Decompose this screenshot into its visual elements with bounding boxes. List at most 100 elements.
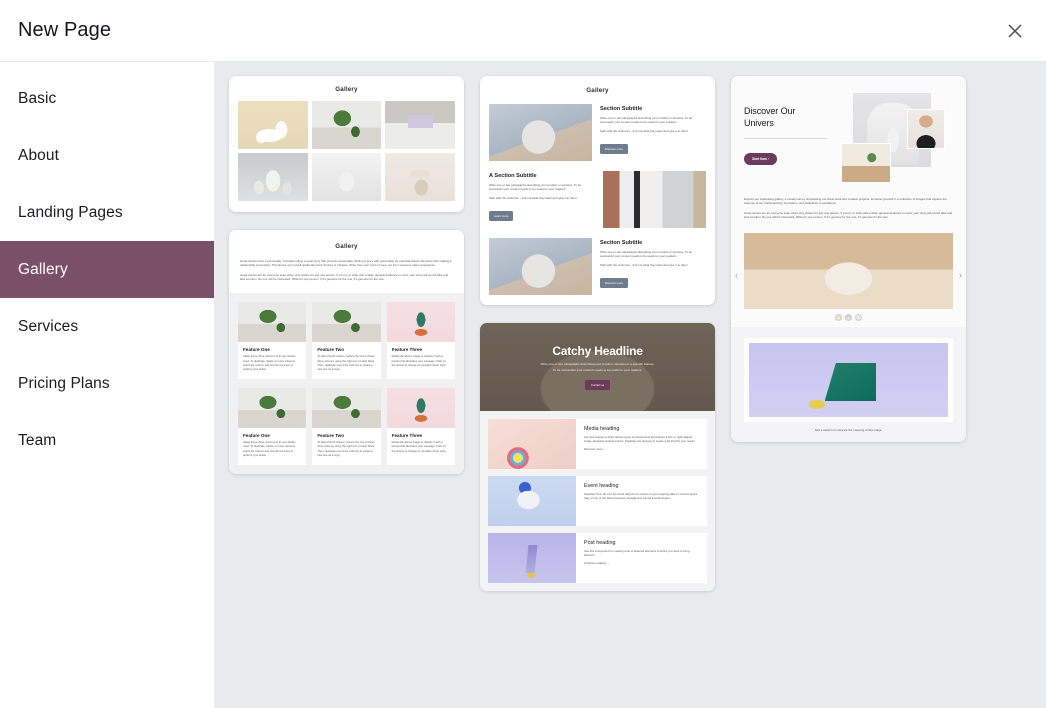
gallery-image-grid (238, 101, 455, 201)
shelf-decor-image (385, 101, 455, 149)
dialog-header: New Page (0, 0, 1046, 62)
chevron-right-icon[interactable]: › (959, 271, 962, 280)
hanging-plant-image (238, 302, 307, 343)
thumb-white-image[interactable] (855, 314, 862, 322)
feature-heading: Feature One (243, 433, 270, 439)
template-card-gallery-sections[interactable]: Gallery Section Subtitle Write one or tw… (480, 76, 715, 305)
content-section: A Section Subtitle Write one or two para… (489, 171, 706, 228)
section-body: Write one or two paragraphs describing y… (600, 250, 693, 259)
section-heading: Section Subtitle (600, 240, 643, 246)
category-sidebar: Basic About Landing Pages Gallery Servic… (0, 62, 215, 708)
close-icon (1008, 23, 1022, 38)
sidebar-item-label: Pricing Plans (18, 374, 110, 392)
sidebar-item-about[interactable]: About (0, 127, 214, 184)
discover-hero: Discover Our Univers Start Now › (731, 76, 966, 193)
template-card-catchy-headline[interactable]: Catchy Headline Write one or two paragra… (480, 323, 715, 591)
hero-headline: Catchy Headline (552, 344, 643, 359)
discover-more-link[interactable]: Discover more → (584, 447, 699, 451)
sidebar-item-label: Services (18, 317, 79, 335)
section-body: Write one or two paragraphs describing y… (600, 116, 693, 125)
feature-card: Feature One Adapt these three columns to… (238, 388, 307, 465)
template-title: Gallery (586, 87, 609, 94)
bedroom-image (841, 143, 891, 183)
hero-subtext: Write one or two paragraphs describing y… (540, 362, 655, 367)
carousel-thumbnails (744, 314, 953, 322)
potted-fern-image (312, 388, 381, 429)
green-wedge-image (749, 343, 948, 418)
sidebar-item-label: About (18, 146, 60, 164)
section-body: Start with the customer - find out what … (489, 195, 578, 200)
feature-card: Feature Two To add a fourth column, redu… (312, 388, 381, 465)
section-body: Start with the customer - find out what … (600, 128, 689, 133)
cactus-image (386, 388, 455, 429)
feature-heading: Feature One (243, 347, 270, 353)
beachball-image (488, 419, 576, 469)
content-section: Section Subtitle Write one or two paragr… (489, 238, 706, 295)
feature-body: Delete the above image or replace it wit… (391, 355, 447, 367)
list-item-heading: Post heading (584, 540, 616, 546)
potted-plant-image (311, 101, 382, 149)
chevron-left-icon[interactable]: ‹ (735, 271, 738, 280)
hero-subtext: To be successful your content needs to b… (552, 368, 643, 373)
thumb-grey-image[interactable] (845, 314, 852, 322)
feature-heading: Feature Three (391, 433, 423, 439)
image-carousel[interactable]: ‹ › (731, 229, 966, 327)
sidebar-item-label: Landing Pages (18, 203, 123, 221)
stone-stack-image (385, 153, 455, 201)
sidebar-item-label: Team (18, 431, 57, 449)
feature-body: Adapt these three columns to fit your de… (243, 355, 296, 371)
feature-row: Feature One Adapt these three columns to… (229, 388, 464, 474)
feature-body: To add a fourth column, reduce the size … (317, 441, 375, 457)
feature-heading: Feature Three (391, 347, 423, 353)
feature-body: Adapt these three columns to fit your de… (243, 441, 296, 457)
list-item-heading: Media heading (584, 426, 620, 432)
template-column-3: Discover Our Univers Start Now › Explore… (731, 76, 966, 443)
template-column-1: Gallery Gallery Great stories have a per… (229, 76, 464, 474)
sidebar-item-label: Gallery (18, 260, 68, 278)
sidebar-item-basic[interactable]: Basic (0, 70, 214, 127)
discover-more-button[interactable]: Discover more (600, 278, 629, 288)
close-button[interactable] (992, 8, 1038, 54)
sidebar-item-services[interactable]: Services (0, 298, 214, 355)
template-card-gallery-features[interactable]: Gallery Great stories have a personality… (229, 230, 464, 474)
thumb-beige-image[interactable] (835, 314, 842, 322)
sidebar-item-landing-pages[interactable]: Landing Pages (0, 184, 214, 241)
grey-vases-image (238, 153, 308, 201)
page-title: New Page (18, 19, 112, 41)
discover-copy: Explore our captivating gallery, a visua… (731, 193, 966, 229)
hero-image-collage (833, 91, 953, 183)
section-heading: Section Subtitle (600, 106, 643, 112)
start-now-button[interactable]: Start Now › (744, 153, 777, 166)
feature-card: Feature Three Delete the above image or … (386, 302, 455, 380)
sphere-image (489, 238, 592, 295)
white-speaker-image (311, 153, 382, 201)
list-item-heading: Event heading (584, 483, 619, 489)
sidebar-item-team[interactable]: Team (0, 412, 214, 469)
template-gallery-grid-area: Gallery Gallery Great stories have a per… (215, 62, 1046, 708)
beige-vases-image (238, 101, 308, 149)
template-card-discover[interactable]: Discover Our Univers Start Now › Explore… (731, 76, 966, 443)
sidebar-item-label: Basic (18, 89, 57, 107)
feature-card: Feature Two To add a fourth column, redu… (312, 302, 381, 380)
figure-caption: Add a caption to enhance the meaning of … (814, 428, 883, 433)
template-column-2: Gallery Section Subtitle Write one or tw… (480, 76, 715, 591)
list-item: Media heading Use this snippet to build … (488, 419, 707, 469)
feature-heading: Feature Two (317, 433, 345, 439)
continue-reading-link[interactable]: Continue reading → (584, 561, 699, 565)
template-title: Gallery (335, 86, 358, 93)
learn-more-button[interactable]: Learn more (489, 211, 514, 221)
list-item-body: Speakers from all over the world will jo… (584, 492, 698, 501)
discover-more-button[interactable]: Discover more (600, 144, 629, 154)
discover-paragraph: Explore our captivating gallery, a visua… (744, 197, 947, 206)
hanging-plant-image (238, 388, 307, 429)
sidebar-item-pricing-plans[interactable]: Pricing Plans (0, 355, 214, 412)
list-item: Post heading Use this component for crea… (488, 533, 707, 583)
feature-card: Feature One Adapt these three columns to… (238, 302, 307, 380)
template-card-gallery-grid[interactable]: Gallery (229, 76, 464, 212)
sidebar-item-gallery[interactable]: Gallery (0, 241, 214, 298)
list-item-body: Use this component for creating a list o… (584, 549, 690, 558)
blue-box-image (488, 476, 576, 526)
contact-us-button[interactable]: Contact us (584, 380, 611, 390)
discover-headline: Discover Our Univers (744, 106, 796, 129)
section-heading: A Section Subtitle (489, 173, 537, 179)
